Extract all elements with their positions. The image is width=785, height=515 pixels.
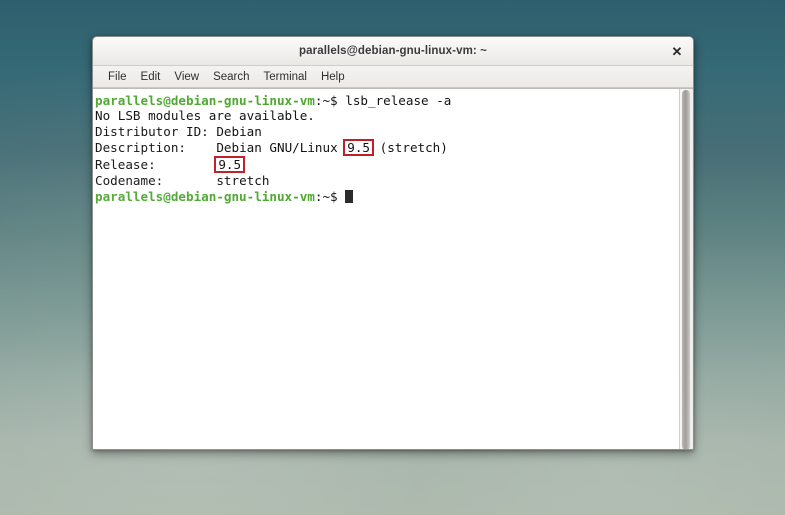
highlight-box-description-version: 9.5 — [343, 139, 375, 157]
window-titlebar[interactable]: parallels@debian-gnu-linux-vm: ~ ✕ — [93, 37, 693, 66]
prompt-user-host: parallels@debian-gnu-linux-vm — [95, 93, 315, 108]
terminal-scrollbar[interactable] — [679, 89, 693, 449]
terminal-window[interactable]: parallels@debian-gnu-linux-vm: ~ ✕ File … — [92, 36, 694, 450]
output-value-description-suffix: (stretch) — [379, 140, 448, 156]
terminal-command: lsb_release -a — [345, 93, 452, 108]
output-value-description-prefix: Debian GNU/Linux — [216, 140, 338, 156]
output-line-no-modules: No LSB modules are available. — [95, 108, 315, 124]
prompt-user-host-2: parallels@debian-gnu-linux-vm — [95, 188, 315, 204]
menu-item-help[interactable]: Help — [314, 70, 352, 84]
desktop-background: parallels@debian-gnu-linux-vm: ~ ✕ File … — [0, 0, 785, 515]
output-label-release: Release: — [95, 157, 156, 173]
prompt-suffix: :~$ — [314, 93, 338, 108]
output-value-codename: stretch — [216, 173, 270, 189]
output-value-distributor: Debian — [216, 123, 262, 139]
scrollbar-thumb[interactable] — [682, 90, 690, 449]
prompt-suffix-2: :~$ — [314, 188, 338, 204]
highlight-box-release-version: 9.5 — [214, 156, 246, 174]
terminal-output: parallels@debian-gnu-linux-vm:~$ lsb_rel… — [95, 93, 679, 204]
terminal-cursor — [345, 189, 353, 203]
output-label-codename: Codename: — [95, 173, 164, 189]
menubar: File Edit View Search Terminal Help — [93, 66, 693, 88]
menu-item-edit[interactable]: Edit — [134, 70, 168, 84]
menu-item-terminal[interactable]: Terminal — [257, 70, 314, 84]
terminal-body[interactable]: parallels@debian-gnu-linux-vm:~$ lsb_rel… — [93, 88, 693, 449]
menu-item-file[interactable]: File — [101, 70, 134, 84]
window-title: parallels@debian-gnu-linux-vm: ~ — [299, 45, 487, 57]
close-icon[interactable]: ✕ — [667, 41, 687, 61]
menu-item-search[interactable]: Search — [206, 70, 256, 84]
output-label-distributor: Distributor ID: — [95, 123, 209, 139]
output-label-description: Description: — [95, 140, 186, 156]
menu-item-view[interactable]: View — [167, 70, 206, 84]
terminal-screen[interactable]: parallels@debian-gnu-linux-vm:~$ lsb_rel… — [93, 89, 679, 449]
